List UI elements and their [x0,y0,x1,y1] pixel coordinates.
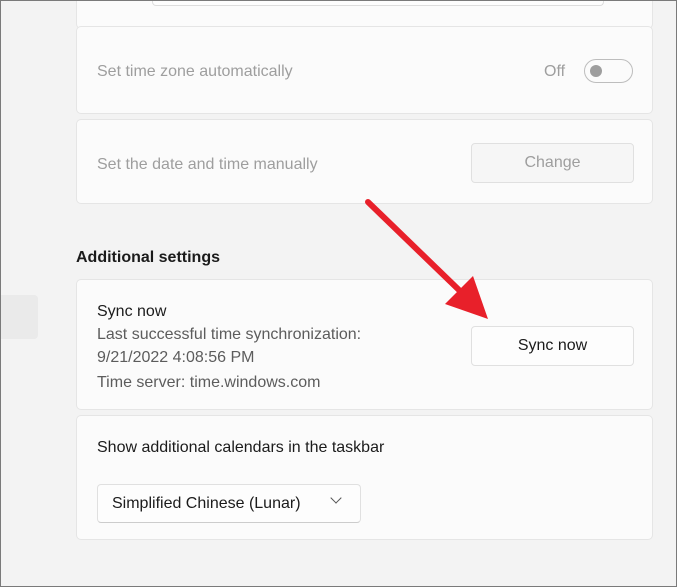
settings-window: Set time zone automatically Off Set the … [0,0,677,587]
red-arrow-annotation [365,199,488,319]
